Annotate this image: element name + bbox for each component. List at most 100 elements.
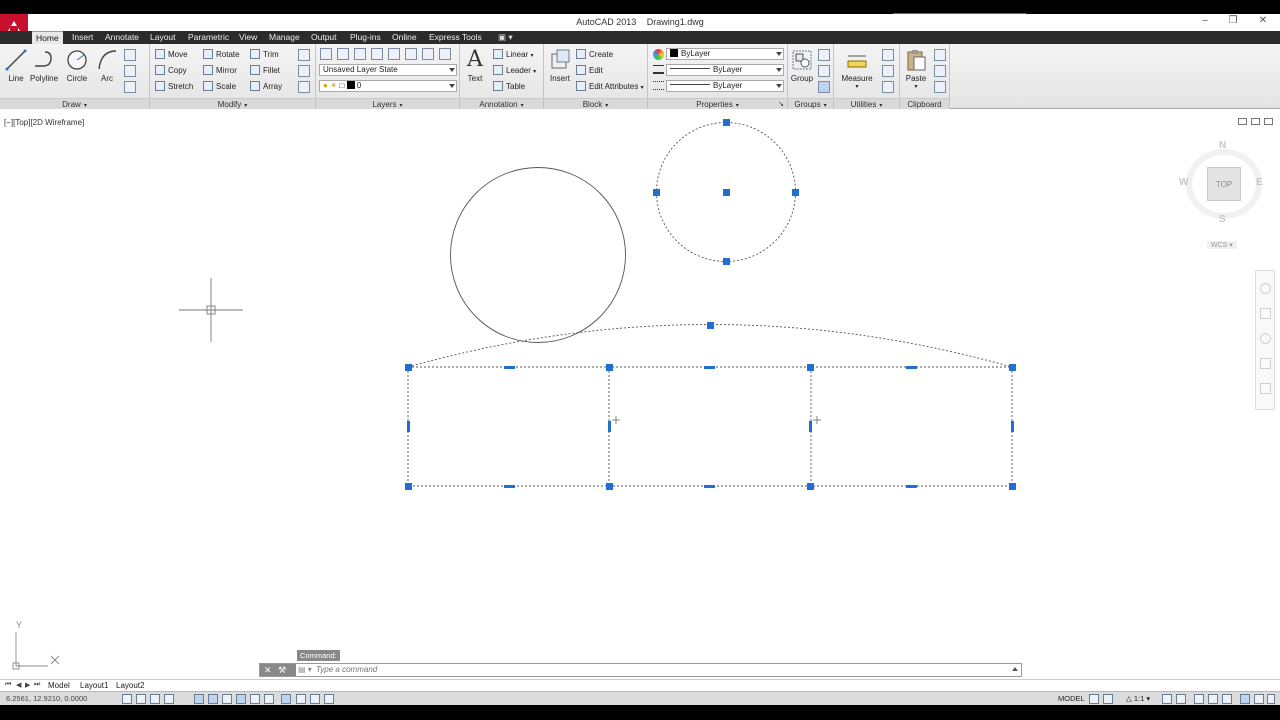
- text-button[interactable]: A Text: [462, 48, 488, 84]
- layer-previous-icon[interactable]: [422, 48, 434, 60]
- midpoint-grip[interactable]: [809, 421, 812, 432]
- circle-entity[interactable]: [450, 167, 626, 343]
- midpoint-grip[interactable]: [504, 366, 515, 369]
- edit-block-button[interactable]: Edit: [576, 64, 603, 77]
- grips[interactable]: [405, 119, 1016, 490]
- polar-tracking-icon[interactable]: [194, 694, 204, 704]
- create-block-button[interactable]: Create: [576, 48, 613, 61]
- viewcube-north[interactable]: N: [1219, 140, 1226, 151]
- command-input[interactable]: [316, 665, 996, 674]
- grip[interactable]: [405, 483, 412, 490]
- minimize-icon[interactable]: –: [1196, 15, 1214, 26]
- selected-arc-entity[interactable]: [407, 324, 1013, 368]
- tab-parametric[interactable]: Parametric: [184, 31, 233, 44]
- auto-scale-icon[interactable]: [1176, 694, 1186, 704]
- layer-properties-icon[interactable]: [320, 48, 332, 60]
- orbit-icon[interactable]: [1259, 358, 1271, 369]
- tab-annotate[interactable]: Annotate: [101, 31, 143, 44]
- calculator-icon[interactable]: [882, 81, 894, 93]
- grip[interactable]: [807, 364, 814, 371]
- paste-dropdown-icon[interactable]: ▾: [902, 83, 930, 90]
- ortho-mode-icon[interactable]: [164, 694, 174, 704]
- modify-panel-title[interactable]: Modify ▾: [150, 98, 315, 109]
- select-all-icon[interactable]: [882, 65, 894, 77]
- tab-layout[interactable]: Layout: [146, 31, 180, 44]
- midpoint-grip[interactable]: [906, 485, 917, 488]
- grip[interactable]: [807, 483, 814, 490]
- grip[interactable]: [1009, 483, 1016, 490]
- group-button[interactable]: Group: [789, 48, 815, 83]
- grip[interactable]: [405, 364, 412, 371]
- layer-dropdown[interactable]: ● ☀ □ 0: [319, 80, 457, 92]
- group-edit-icon[interactable]: [818, 65, 830, 77]
- model-space-toggle[interactable]: MODEL: [1058, 694, 1085, 703]
- fillet-button[interactable]: Fillet: [250, 64, 280, 77]
- circle-button[interactable]: Circle: [63, 48, 91, 83]
- hatch-icon[interactable]: [124, 65, 136, 77]
- grip[interactable]: [723, 258, 730, 265]
- quick-select-icon[interactable]: [882, 49, 894, 61]
- status-menu-icon[interactable]: [1254, 694, 1264, 704]
- line-button[interactable]: Line: [2, 48, 30, 83]
- properties-panel-title[interactable]: Properties ▾ ↘: [648, 98, 787, 109]
- 3d-object-snap-icon[interactable]: [222, 694, 232, 704]
- midpoint-grip[interactable]: [906, 366, 917, 369]
- tab-view[interactable]: View: [235, 31, 261, 44]
- copy-clip-icon[interactable]: [934, 65, 946, 77]
- polyline-button[interactable]: Polyline: [30, 48, 58, 83]
- grip[interactable]: [792, 189, 799, 196]
- customize-command-icon[interactable]: ⚒: [278, 665, 286, 675]
- grip[interactable]: [723, 189, 730, 196]
- tab-manage[interactable]: Manage: [265, 31, 304, 44]
- drawing-svg[interactable]: [0, 110, 1280, 678]
- command-history-up-icon[interactable]: [1012, 667, 1018, 671]
- lock-ui-icon[interactable]: [1208, 694, 1218, 704]
- steering-wheel-icon[interactable]: [1259, 283, 1271, 294]
- last-layout-icon[interactable]: ⏭: [34, 681, 40, 689]
- tab-insert[interactable]: Insert: [68, 31, 97, 44]
- match-properties-icon[interactable]: [653, 49, 664, 60]
- lineweight-dropdown[interactable]: ByLayer: [666, 64, 784, 76]
- grip[interactable]: [653, 189, 660, 196]
- arc-button[interactable]: Arc: [93, 48, 121, 83]
- array-button[interactable]: Array: [250, 80, 282, 93]
- grid-display-icon[interactable]: [150, 694, 160, 704]
- wcs-menu[interactable]: WCS ▾: [1207, 241, 1237, 249]
- layer-state-dropdown[interactable]: Unsaved Layer State: [319, 64, 457, 76]
- snap-mode-icon[interactable]: [136, 694, 146, 704]
- linetype-dropdown[interactable]: ByLayer: [666, 80, 784, 92]
- leader-button[interactable]: Leader ▾: [493, 64, 536, 77]
- grip[interactable]: [723, 119, 730, 126]
- table-button[interactable]: Table: [493, 80, 525, 93]
- workspace-switching-icon[interactable]: [1194, 694, 1204, 704]
- viewcube-south[interactable]: S: [1219, 214, 1226, 225]
- layer-match-icon[interactable]: [405, 48, 417, 60]
- selected-rectangle-entity[interactable]: [407, 366, 1013, 487]
- offset-icon[interactable]: [298, 81, 310, 93]
- ribbon-toggle-icon[interactable]: ▣ ▾: [494, 31, 517, 44]
- selection-cycling-icon[interactable]: [324, 694, 334, 704]
- stretch-button[interactable]: Stretch: [155, 80, 193, 93]
- prev-layout-icon[interactable]: ◀: [16, 681, 21, 689]
- restore-icon[interactable]: ❐: [1224, 15, 1242, 26]
- tab-online[interactable]: Online: [388, 31, 421, 44]
- trim-button[interactable]: Trim: [250, 48, 279, 61]
- hardware-acceleration-icon[interactable]: [1222, 694, 1232, 704]
- annotation-scale[interactable]: △ 1:1 ▾: [1126, 694, 1150, 703]
- viewcube-top-face[interactable]: TOP: [1207, 167, 1241, 201]
- quick-view-drawings-icon[interactable]: [1103, 694, 1113, 704]
- next-layout-icon[interactable]: ▶: [25, 681, 30, 689]
- layout-tab-layout1[interactable]: Layout1: [80, 681, 108, 690]
- close-command-icon[interactable]: ✕: [264, 665, 272, 675]
- grip[interactable]: [606, 364, 613, 371]
- object-snap-tracking-icon[interactable]: [236, 694, 246, 704]
- dynamic-input-icon[interactable]: [264, 694, 274, 704]
- match-icon[interactable]: [934, 81, 946, 93]
- grip[interactable]: [707, 322, 714, 329]
- layer-unisolate-icon[interactable]: [439, 48, 451, 60]
- midpoint-grip[interactable]: [407, 421, 410, 432]
- midpoint-grip[interactable]: [1011, 421, 1014, 432]
- lineweight-toggle-icon[interactable]: [281, 694, 291, 704]
- layer-off-icon[interactable]: [337, 48, 349, 60]
- block-panel-title[interactable]: Block ▾: [544, 98, 647, 109]
